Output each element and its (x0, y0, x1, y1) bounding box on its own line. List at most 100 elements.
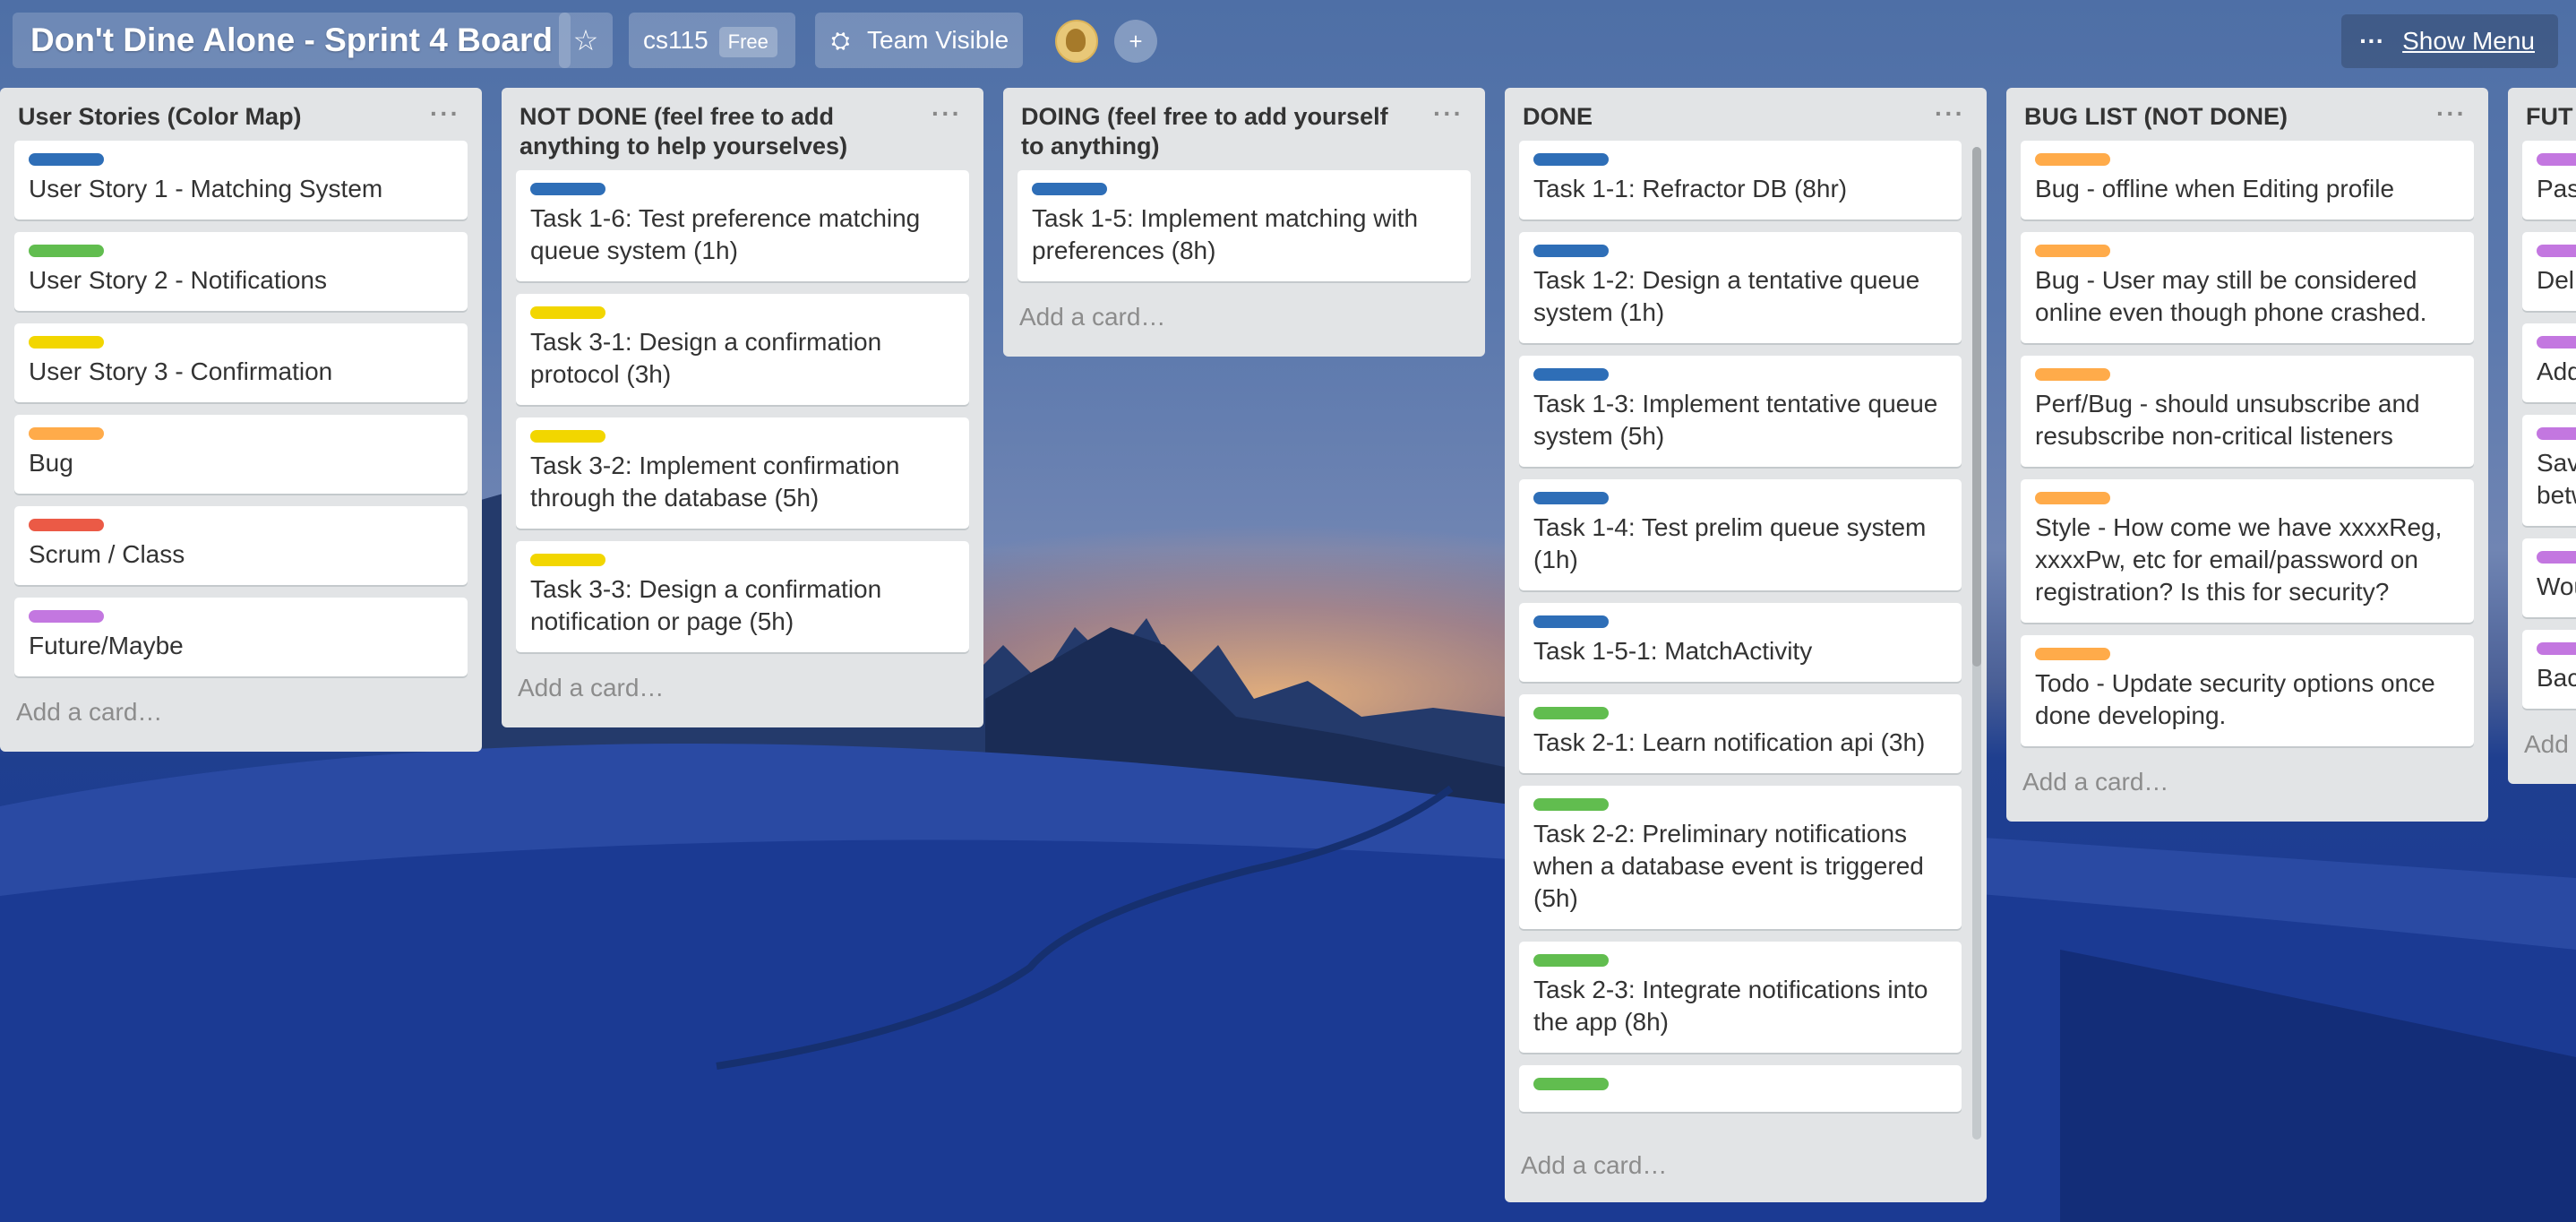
board-title[interactable]: Don't Dine Alone - Sprint 4 Board (13, 13, 571, 68)
list-done[interactable]: DONE ··· Task 1-1: Refractor DB (8hr) Tas… (1505, 88, 1987, 1202)
card[interactable]: Style - How come we have xxxxReg, xxxxPw… (2021, 479, 2474, 623)
board-header: Don't Dine Alone - Sprint 4 Board ☆ cs11… (0, 0, 2576, 82)
list-menu-icon[interactable]: ··· (1433, 99, 1464, 128)
card-title: Pas (2537, 175, 2576, 202)
card[interactable]: Scrum / Class (14, 506, 468, 585)
card[interactable]: Bug - User may still be considered onlin… (2021, 232, 2474, 343)
card-title: Task 1-1: Refractor DB (8hr) (1533, 175, 1848, 202)
card[interactable]: Add (2522, 323, 2576, 402)
card-label (530, 306, 605, 319)
card[interactable]: Bug (14, 415, 468, 494)
card[interactable]: Bac (2522, 630, 2576, 709)
card-title: Future/Maybe (29, 632, 184, 659)
scrollbar-thumb[interactable] (1972, 147, 1981, 667)
add-card-button[interactable]: Add a card… (1519, 1133, 1972, 1202)
add-card-button[interactable]: Add (2522, 721, 2576, 784)
add-member-icon[interactable]: + (1114, 20, 1157, 63)
card[interactable]: Task 2-2: Preliminary notifications when… (1519, 786, 1962, 929)
card-label (29, 427, 104, 440)
card[interactable]: Task 1-2: Design a tentative queue syste… (1519, 232, 1962, 343)
card-label (2537, 153, 2576, 166)
member-avatar[interactable] (1055, 20, 1098, 63)
card-title: User Story 2 - Notifications (29, 266, 327, 294)
card[interactable]: Task 1-5-1: MatchActivity (1519, 603, 1962, 682)
card-title: Bug - User may still be considered onlin… (2035, 266, 2427, 326)
card[interactable]: Task 1-1: Refractor DB (8hr) (1519, 141, 1962, 219)
card-title: Perf/Bug - should unsubscribe and resubs… (2035, 390, 2420, 450)
star-icon: ☆ (572, 24, 599, 56)
card-label (1533, 707, 1609, 719)
list-cards-scroll[interactable]: Task 1-1: Refractor DB (8hr) Task 1-2: D… (1519, 141, 1962, 1133)
card[interactable]: User Story 1 - Matching System (14, 141, 468, 219)
add-card-button[interactable]: Add a card… (516, 665, 969, 727)
card-title: Task 1-3: Implement tentative queue syst… (1533, 390, 1938, 450)
team-icon: ⛭ (831, 27, 850, 54)
list-title[interactable]: BUG LIST (NOT DONE) (2024, 103, 2288, 130)
list-user-stories[interactable]: User Stories (Color Map) ··· User Story 1… (0, 88, 482, 752)
list-doing[interactable]: DOING (feel free to add yourself to anyt… (1003, 88, 1485, 357)
card-label (1533, 954, 1609, 967)
card-label (1533, 492, 1609, 504)
card-label (29, 245, 104, 257)
add-card-button[interactable]: Add a card… (1018, 294, 1471, 357)
card-title: Bug - offline when Editing profile (2035, 175, 2395, 202)
card[interactable] (1519, 1065, 1962, 1112)
card-label (530, 430, 605, 443)
list-menu-icon[interactable]: ··· (2436, 99, 2467, 128)
list-bug-list[interactable]: BUG LIST (NOT DONE) ··· Bug - offline whe… (2006, 88, 2488, 822)
card[interactable]: Task 1-5: Implement matching with prefer… (1018, 170, 1471, 281)
list-title[interactable]: FUT (2526, 103, 2572, 130)
card-label (1533, 245, 1609, 257)
card-label (2537, 336, 2576, 349)
org-name: cs115 (643, 26, 708, 54)
list-not-done[interactable]: NOT DONE (feel free to add anything to h… (502, 88, 983, 727)
card-title: Task 2-1: Learn notification api (3h) (1533, 728, 1926, 756)
list-title[interactable]: User Stories (Color Map) (18, 103, 302, 130)
list-title[interactable]: NOT DONE (feel free to add anything to h… (519, 103, 847, 159)
card-label (1533, 153, 1609, 166)
card[interactable]: Future/Maybe (14, 598, 468, 676)
card[interactable]: User Story 2 - Notifications (14, 232, 468, 311)
list-menu-icon[interactable]: ··· (932, 99, 962, 128)
card[interactable]: Task 3-1: Design a confirmation protocol… (516, 294, 969, 405)
card-label (29, 519, 104, 531)
add-card-button[interactable]: Add a card… (14, 689, 468, 752)
card-label (29, 610, 104, 623)
card-title: Add (2537, 357, 2576, 385)
card[interactable]: Wou (2522, 538, 2576, 617)
card[interactable]: Task 3-2: Implement confirmation through… (516, 417, 969, 529)
card-title: Task 1-4: Test prelim queue system (1h) (1533, 513, 1927, 573)
card[interactable]: Task 2-1: Learn notification api (3h) (1519, 694, 1962, 773)
card[interactable]: User Story 3 - Confirmation (14, 323, 468, 402)
card-label (2537, 642, 2576, 655)
card[interactable]: Task 1-4: Test prelim queue system (1h) (1519, 479, 1962, 590)
star-board-button[interactable]: ☆ (559, 13, 613, 68)
card[interactable]: Task 1-6: Test preference matching queue… (516, 170, 969, 281)
visibility-button[interactable]: ⛭ Team Visible (815, 13, 1023, 68)
card[interactable]: Pas (2522, 141, 2576, 219)
card-label (530, 554, 605, 566)
list-menu-icon[interactable]: ··· (430, 99, 460, 128)
list-title[interactable]: DONE (1523, 103, 1593, 130)
list-scrollbar[interactable] (1972, 147, 1981, 1140)
card[interactable]: Sav betw (2522, 415, 2576, 526)
list-title[interactable]: DOING (feel free to add yourself to anyt… (1021, 103, 1388, 159)
card-label (2035, 153, 2110, 166)
card-title: Bac (2537, 664, 2576, 692)
card-label (29, 153, 104, 166)
add-card-button[interactable]: Add a card… (2021, 759, 2474, 822)
card[interactable]: Del (2522, 232, 2576, 311)
card[interactable]: Bug - offline when Editing profile (2021, 141, 2474, 219)
card[interactable]: Todo - Update security options once done… (2021, 635, 2474, 746)
card-title: Sav betw (2537, 449, 2576, 509)
card[interactable]: Task 2-3: Integrate notifications into t… (1519, 942, 1962, 1053)
card[interactable]: Perf/Bug - should unsubscribe and resubs… (2021, 356, 2474, 467)
organization-button[interactable]: cs115 Free (629, 13, 795, 68)
card[interactable]: Task 1-3: Implement tentative queue syst… (1519, 356, 1962, 467)
card-label (2537, 427, 2576, 440)
card[interactable]: Task 3-3: Design a confirmation notifica… (516, 541, 969, 652)
show-menu-button[interactable]: ··· Show Menu (2341, 14, 2558, 68)
card-title: Wou (2537, 572, 2576, 600)
list-menu-icon[interactable]: ··· (1935, 99, 1965, 128)
list-future[interactable]: FUT Pas Del Add Sav betw Wou Bac Add (2508, 88, 2576, 784)
